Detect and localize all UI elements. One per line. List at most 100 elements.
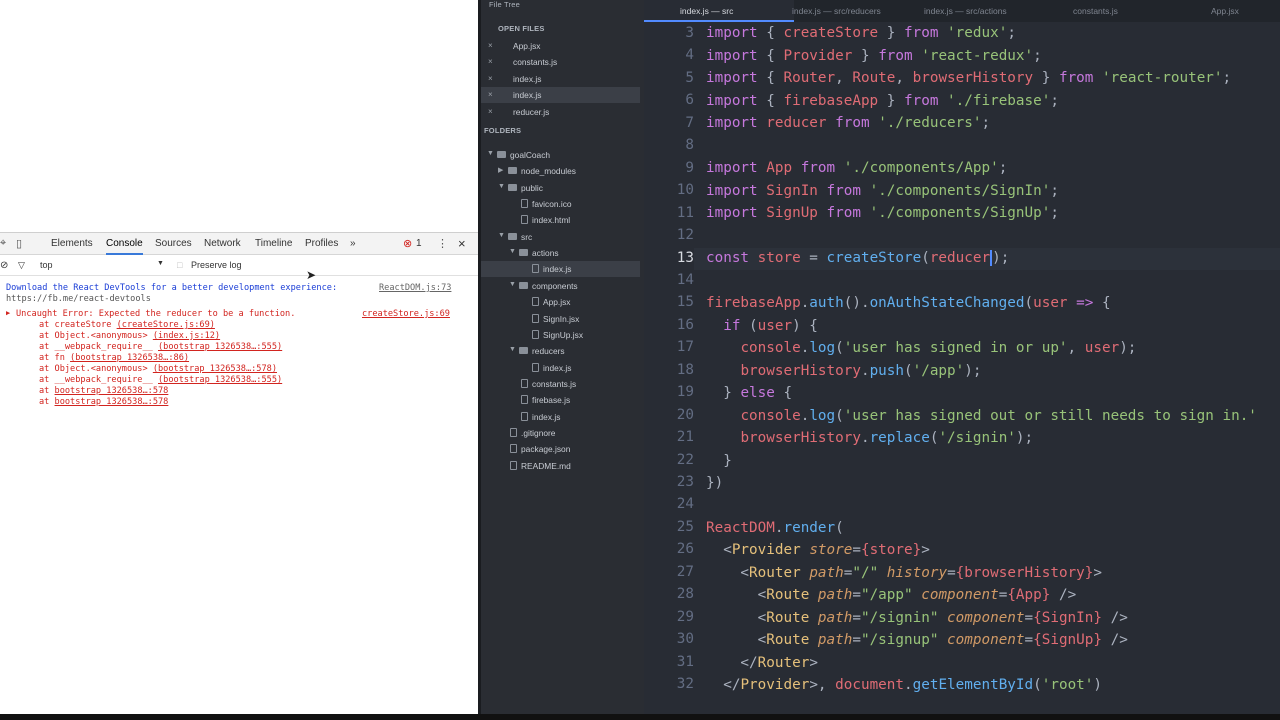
code-line[interactable]: console.log('user has signed out or stil… bbox=[706, 408, 1256, 424]
code-line[interactable]: import reducer from './reducers'; bbox=[706, 115, 990, 131]
code-line[interactable]: import SignUp from './components/SignUp'… bbox=[706, 205, 1059, 221]
close-icon[interactable]: × bbox=[488, 57, 493, 66]
open-file-item[interactable]: × App.jsx bbox=[481, 38, 640, 54]
code-line[interactable]: firebaseApp.auth().onAuthStateChanged(us… bbox=[706, 295, 1111, 311]
tree-file[interactable]: SignUp.jsx bbox=[481, 327, 640, 343]
mouse-cursor-icon: ➤ bbox=[306, 268, 317, 282]
context-select[interactable]: top bbox=[40, 260, 53, 270]
tree-file[interactable]: SignIn.jsx bbox=[481, 311, 640, 327]
code-line[interactable]: <Route path="/signin" component={SignIn}… bbox=[706, 610, 1128, 626]
tree-item-label: SignIn.jsx bbox=[543, 313, 580, 324]
code-line[interactable]: </Router> bbox=[706, 655, 818, 671]
chevron-down-icon[interactable]: ▼ bbox=[498, 183, 505, 190]
tree-folder[interactable]: ▼ components bbox=[481, 278, 640, 294]
code-line[interactable]: ReactDOM.render( bbox=[706, 520, 844, 536]
code-line[interactable]: <Router path="/" history={browserHistory… bbox=[706, 565, 1102, 581]
line-number: 26 bbox=[676, 541, 694, 558]
code-line[interactable]: import { Provider } from 'react-redux'; bbox=[706, 48, 1042, 64]
code-line[interactable]: import { Router, Route, browserHistory }… bbox=[706, 70, 1231, 86]
code-line[interactable]: browserHistory.push('/app'); bbox=[706, 363, 981, 379]
chevron-right-icon[interactable]: ▶ bbox=[498, 166, 503, 174]
tree-file[interactable]: index.js bbox=[481, 409, 640, 425]
error-count[interactable]: 1 bbox=[416, 233, 422, 255]
close-devtools-button[interactable]: × bbox=[458, 233, 466, 255]
tree-folder[interactable]: ▼ reducers bbox=[481, 343, 640, 359]
tree-file[interactable]: index.html bbox=[481, 212, 640, 228]
code-line[interactable]: </Provider>, document.getElementById('ro… bbox=[706, 677, 1102, 693]
console-error-source[interactable]: createStore.js:69 bbox=[362, 309, 450, 319]
chevron-down-icon[interactable]: ▼ bbox=[509, 281, 516, 288]
tree-file[interactable]: README.md bbox=[481, 458, 640, 474]
editor-tab[interactable]: App.jsx bbox=[1211, 0, 1239, 22]
chevron-down-icon[interactable]: ▼ bbox=[487, 150, 494, 157]
code-line[interactable]: import SignIn from './components/SignIn'… bbox=[706, 183, 1059, 199]
code-line[interactable]: browserHistory.replace('/signin'); bbox=[706, 430, 1033, 446]
open-file-label: App.jsx bbox=[513, 41, 541, 51]
open-file-item[interactable]: × index.js bbox=[481, 71, 640, 87]
clear-console-icon[interactable]: ⊘ bbox=[0, 260, 8, 271]
line-number: 18 bbox=[676, 361, 694, 378]
chevron-down-icon[interactable]: ▼ bbox=[509, 346, 516, 353]
code-editor[interactable]: 3 4 5 6 7 8 9 10 11 12 13 14 15 16 17 18 19 20 21 22 23 24 25 2… bbox=[644, 0, 1280, 714]
tree-folder[interactable]: ▶ node_modules bbox=[481, 163, 640, 179]
code-line[interactable]: import { firebaseApp } from './firebase'… bbox=[706, 93, 1059, 109]
code-line[interactable]: <Route path="/app" component={App} /> bbox=[706, 587, 1077, 603]
tree-file[interactable]: package.json bbox=[481, 441, 640, 457]
code-line[interactable]: import { createStore } from 'redux'; bbox=[706, 25, 1016, 41]
editor-tab[interactable]: index.js — src bbox=[644, 0, 794, 22]
tab-profiles[interactable]: Profiles bbox=[305, 233, 338, 255]
chevron-down-icon[interactable]: ▼ bbox=[498, 232, 505, 239]
code-line[interactable]: } bbox=[706, 453, 732, 469]
tab-network[interactable]: Network bbox=[204, 233, 241, 255]
code-line[interactable]: <Provider store={store}> bbox=[706, 542, 930, 558]
tree-folder[interactable]: ▼ actions bbox=[481, 245, 640, 261]
preserve-log-checkbox[interactable]: □ bbox=[177, 260, 182, 270]
tab-timeline[interactable]: Timeline bbox=[255, 233, 292, 255]
code-line[interactable]: if (user) { bbox=[706, 318, 818, 334]
error-icon[interactable]: ⊗ bbox=[403, 237, 412, 250]
open-file-item[interactable]: × constants.js bbox=[481, 54, 640, 70]
console-info-source[interactable]: ReactDOM.js:73 bbox=[379, 283, 451, 293]
expand-arrow-icon[interactable]: ▶ bbox=[6, 309, 10, 317]
open-file-item[interactable]: × index.js bbox=[481, 87, 640, 104]
tree-file[interactable]: index.js bbox=[481, 261, 640, 278]
tree-folder[interactable]: ▼ public bbox=[481, 180, 640, 196]
tree-file[interactable]: firebase.js bbox=[481, 392, 640, 408]
device-mode-icon[interactable]: ▯ bbox=[16, 237, 22, 250]
stack-frame: at bootstrap 1326538…:578 bbox=[39, 397, 169, 407]
code-line[interactable]: <Route path="/signup" component={SignUp}… bbox=[706, 632, 1128, 648]
inspect-icon[interactable]: ⌖ bbox=[0, 237, 6, 250]
tab-sources[interactable]: Sources bbox=[155, 233, 192, 255]
tree-file[interactable]: .gitignore bbox=[481, 425, 640, 441]
tree-folder[interactable]: ▼ src bbox=[481, 229, 640, 245]
tree-file[interactable]: favicon.ico bbox=[481, 196, 640, 212]
editor-tab[interactable]: constants.js bbox=[1073, 0, 1118, 22]
code-line[interactable]: import App from './components/App'; bbox=[706, 160, 1007, 176]
close-icon[interactable]: × bbox=[488, 90, 493, 99]
tree-folder[interactable]: ▼ goalCoach bbox=[481, 147, 640, 163]
tree-file[interactable]: index.js bbox=[481, 360, 640, 376]
chevron-down-icon[interactable]: ▼ bbox=[509, 248, 516, 255]
line-number: 15 bbox=[676, 294, 694, 311]
close-icon[interactable]: × bbox=[488, 74, 493, 83]
close-icon[interactable]: × bbox=[488, 107, 493, 116]
open-file-item[interactable]: × reducer.js bbox=[481, 104, 640, 120]
tree-file[interactable]: App.jsx bbox=[481, 294, 640, 310]
code-line[interactable]: }) bbox=[706, 475, 723, 491]
close-icon[interactable]: × bbox=[488, 41, 493, 50]
tree-file[interactable]: constants.js bbox=[481, 376, 640, 392]
editor-tab[interactable]: index.js — src/reducers bbox=[792, 0, 881, 22]
tab-elements[interactable]: Elements bbox=[51, 233, 93, 255]
editor-tab[interactable]: index.js — src/actions bbox=[924, 0, 1007, 22]
chevron-down-icon[interactable]: ▼ bbox=[157, 260, 164, 267]
tree-item-label: firebase.js bbox=[532, 395, 571, 406]
line-number: 3 bbox=[685, 25, 694, 41]
menu-icon[interactable]: ⋮ bbox=[437, 237, 448, 250]
code-line[interactable]: } else { bbox=[706, 385, 792, 401]
code-line[interactable]: console.log('user has signed in or up', … bbox=[706, 340, 1136, 356]
filter-icon[interactable]: ▽ bbox=[18, 260, 25, 271]
tab-console[interactable]: Console bbox=[106, 233, 143, 255]
console-info-url[interactable]: https://fb.me/react-devtools bbox=[6, 294, 151, 304]
more-tabs-button[interactable]: » bbox=[350, 233, 356, 255]
code-line[interactable]: const store = createStore(reducer); bbox=[706, 250, 1009, 266]
